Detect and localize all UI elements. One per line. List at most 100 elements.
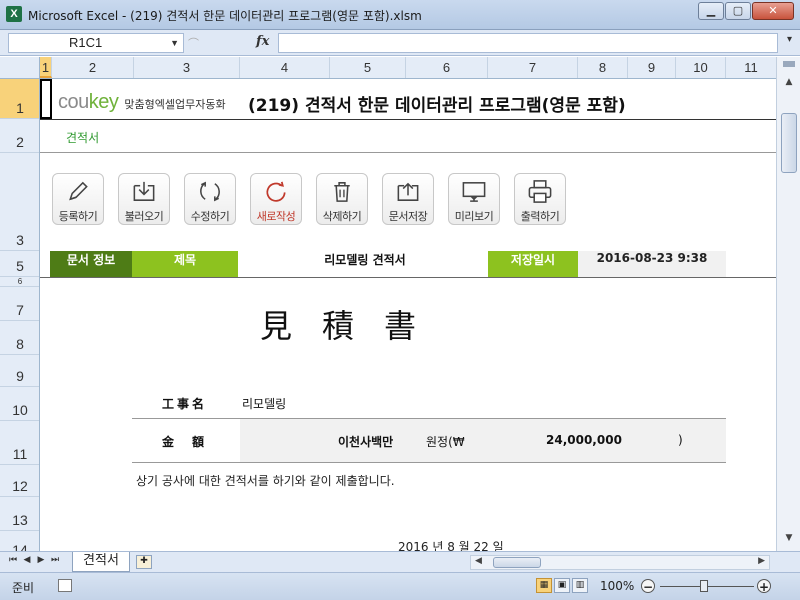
zoom-level[interactable]: 100%	[600, 579, 634, 593]
subject-value[interactable]: 리모델링 견적서	[238, 251, 492, 277]
column-header[interactable]: 9	[628, 57, 676, 78]
table-row: 金額 이천사백만 원정(₩ 24,000,000 )	[132, 419, 726, 463]
row-header[interactable]: 2	[0, 119, 39, 153]
work-name-value[interactable]: 리모델링	[242, 395, 286, 412]
row-header[interactable]: 10	[0, 387, 39, 421]
logo-text: coukey	[58, 91, 119, 113]
worksheet-grid[interactable]: coukey 맞춤형엑셀업무자동화 (219) 견적서 한문 데이터관리 프로그…	[40, 79, 776, 551]
save-document-button-label: 문서저장	[388, 210, 428, 223]
column-header[interactable]: 11	[726, 57, 776, 78]
amount-korean[interactable]: 이천사백만	[338, 433, 393, 450]
page-layout-icon[interactable]: ▣	[554, 578, 570, 593]
last-sheet-icon[interactable]: ⏭	[50, 555, 60, 565]
column-header[interactable]: 3	[134, 57, 240, 78]
insert-function-icon[interactable]: fx	[256, 34, 269, 49]
column-headers: 1 2 3 4 5 6 7 8 9 10 11	[0, 57, 776, 79]
column-header[interactable]: 4	[240, 57, 330, 78]
vertical-scrollbar[interactable]: ▲ ▼	[776, 57, 800, 551]
refresh-icon	[200, 181, 220, 202]
row-header[interactable]: 3	[0, 153, 39, 251]
view-buttons: ▦ ▣ ▥	[536, 578, 588, 593]
excel-app-icon[interactable]: X	[6, 6, 22, 22]
column-header[interactable]: 7	[488, 57, 578, 78]
close-paren: )	[678, 433, 683, 447]
save-document-button[interactable]: 문서저장	[382, 173, 434, 225]
formula-bar: R1C1 ▼ ⌒ fx ▾	[0, 30, 800, 56]
column-header[interactable]: 5	[330, 57, 406, 78]
saved-value[interactable]: 2016-08-23 9:38	[578, 251, 726, 277]
saved-label: 저장일시	[488, 251, 578, 277]
brand-logo: coukey 맞춤형엑셀업무자동화	[58, 91, 226, 114]
close-button[interactable]: ✕	[752, 2, 794, 20]
scroll-thumb[interactable]	[781, 113, 797, 173]
scroll-left-icon[interactable]: ◀	[475, 556, 482, 566]
page-break-icon[interactable]: ▥	[572, 578, 588, 593]
formula-input[interactable]	[278, 33, 778, 53]
select-all-corner[interactable]	[0, 57, 40, 78]
tab-estimate[interactable]: 견적서	[72, 552, 130, 572]
scroll-down-icon[interactable]: ▼	[782, 533, 796, 547]
minimize-button[interactable]: ▁	[698, 2, 724, 20]
print-button-label: 출력하기	[520, 210, 560, 223]
column-header[interactable]: 2	[52, 57, 134, 78]
active-cell-r1c1[interactable]	[40, 79, 52, 119]
horizontal-scrollbar[interactable]: ◀ ▶	[470, 555, 770, 570]
scroll-up-icon[interactable]: ▲	[782, 77, 796, 91]
first-sheet-icon[interactable]: ⏮	[8, 555, 18, 565]
zoom-slider-thumb[interactable]	[700, 580, 708, 592]
register-button-label: 등록하기	[58, 210, 98, 223]
row-header[interactable]: 14	[0, 531, 39, 551]
zoom-out-icon[interactable]: −	[641, 579, 655, 594]
row-header[interactable]: 1	[0, 79, 39, 119]
row-header[interactable]: 7	[0, 287, 39, 321]
expand-formula-icon[interactable]: ▾	[787, 34, 792, 45]
table-row: 工事名 리모델링	[132, 385, 726, 419]
name-box[interactable]: R1C1 ▼	[8, 33, 184, 53]
column-header[interactable]: 1	[40, 57, 52, 78]
macro-record-icon[interactable]	[58, 579, 72, 592]
row-header[interactable]: 5	[0, 251, 39, 277]
split-handle[interactable]	[783, 61, 795, 67]
preview-button[interactable]: 미리보기	[448, 173, 500, 225]
row-header[interactable]: 11	[0, 421, 39, 465]
print-button[interactable]: 출력하기	[514, 173, 566, 225]
chevron-down-icon[interactable]: ▼	[170, 34, 179, 52]
load-button[interactable]: 불러오기	[118, 173, 170, 225]
macro-toolbar: 등록하기 불러오기 수정하기 새로작성 삭제하기 문서저장 미리보기 출력하기	[52, 173, 566, 225]
row-header[interactable]: 12	[0, 465, 39, 497]
row-header[interactable]: 13	[0, 497, 39, 531]
document-title: (219) 견적서 한문 데이터관리 프로그램(영문 포함)	[248, 96, 626, 116]
column-header[interactable]: 8	[578, 57, 628, 78]
column-header[interactable]: 10	[676, 57, 726, 78]
normal-view-icon[interactable]: ▦	[536, 578, 552, 593]
edit-button[interactable]: 수정하기	[184, 173, 236, 225]
scroll-right-icon[interactable]: ▶	[758, 556, 765, 566]
row-header[interactable]: 8	[0, 321, 39, 355]
insert-sheet-icon[interactable]: ✚	[136, 555, 152, 569]
edit-button-label: 수정하기	[190, 210, 230, 223]
load-button-label: 불러오기	[124, 210, 164, 223]
maximize-button[interactable]: ▢	[725, 2, 751, 20]
document-info-bar: 문서 정보 제목 리모델링 견적서 저장일시 2016-08-23 9:38	[50, 251, 726, 277]
register-button[interactable]: 등록하기	[52, 173, 104, 225]
new-document-button[interactable]: 새로작성	[250, 173, 302, 225]
delete-button-label: 삭제하기	[322, 210, 362, 223]
tab-navigation: ⏮ ◀ ▶ ⏭	[8, 555, 60, 565]
row-headers: 1 2 3 5 6 7 8 9 10 11 12 13 14	[0, 79, 40, 551]
zoom-in-icon[interactable]: +	[757, 579, 771, 594]
amount-number[interactable]: 24,000,000	[546, 433, 622, 447]
prev-sheet-icon[interactable]: ◀	[22, 555, 32, 565]
delete-button[interactable]: 삭제하기	[316, 173, 368, 225]
brand-tagline: 맞춤형엑셀업무자동화	[124, 98, 226, 111]
next-sheet-icon[interactable]: ▶	[36, 555, 46, 565]
window-controls: ▁ ▢ ✕	[698, 2, 794, 20]
amount-label: 金額	[162, 435, 223, 449]
row-header[interactable]: 9	[0, 355, 39, 387]
divider	[40, 152, 776, 153]
column-header[interactable]: 6	[406, 57, 488, 78]
row-header[interactable]: 6	[0, 277, 39, 287]
new-icon	[266, 181, 286, 202]
estimate-heading: 見積書	[260, 307, 447, 345]
ready-status: 준비	[12, 581, 35, 595]
hscroll-thumb[interactable]	[493, 557, 541, 568]
